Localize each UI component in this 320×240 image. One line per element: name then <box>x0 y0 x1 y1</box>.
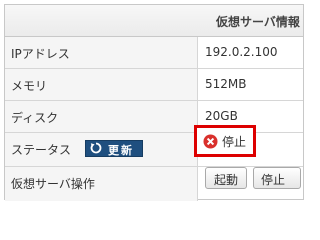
disk-label-cell: ディスク <box>5 101 198 132</box>
status-label-cell: ステータス 更新 <box>5 133 198 166</box>
ip-address-label: IPアドレス <box>11 47 70 61</box>
stop-button-label: 停止 <box>261 173 286 187</box>
start-button[interactable]: 起動 <box>205 167 247 189</box>
memory-row: メモリ 512MB <box>5 69 303 101</box>
stop-icon <box>203 134 218 149</box>
ip-address-row: IPアドレス 192.0.2.100 <box>5 37 303 69</box>
panel-header: 仮想サーバ情報 <box>5 5 303 37</box>
refresh-button[interactable]: 更新 <box>85 140 143 157</box>
status-value: 停止 <box>222 135 247 149</box>
disk-label: ディスク <box>11 111 59 125</box>
refresh-button-label: 更新 <box>108 144 134 157</box>
ip-address-value: 192.0.2.100 <box>205 45 278 59</box>
status-label: ステータス <box>11 143 72 157</box>
memory-label-cell: メモリ <box>5 69 198 100</box>
memory-value: 512MB <box>205 77 247 91</box>
status-indicator: 停止 <box>194 125 256 157</box>
ip-address-label-cell: IPアドレス <box>5 37 198 68</box>
disk-value: 20GB <box>205 109 238 123</box>
refresh-icon <box>90 142 102 154</box>
stop-button[interactable]: 停止 <box>253 167 301 189</box>
memory-label: メモリ <box>11 79 48 93</box>
server-operation-label-cell: 仮想サーバ操作 <box>5 167 198 201</box>
server-operation-label: 仮想サーバ操作 <box>11 177 95 191</box>
disk-row: ディスク 20GB <box>5 101 303 133</box>
panel-title: 仮想サーバ情報 <box>216 15 300 29</box>
start-button-label: 起動 <box>214 173 239 187</box>
status-row: ステータス 更新 <box>5 133 303 167</box>
